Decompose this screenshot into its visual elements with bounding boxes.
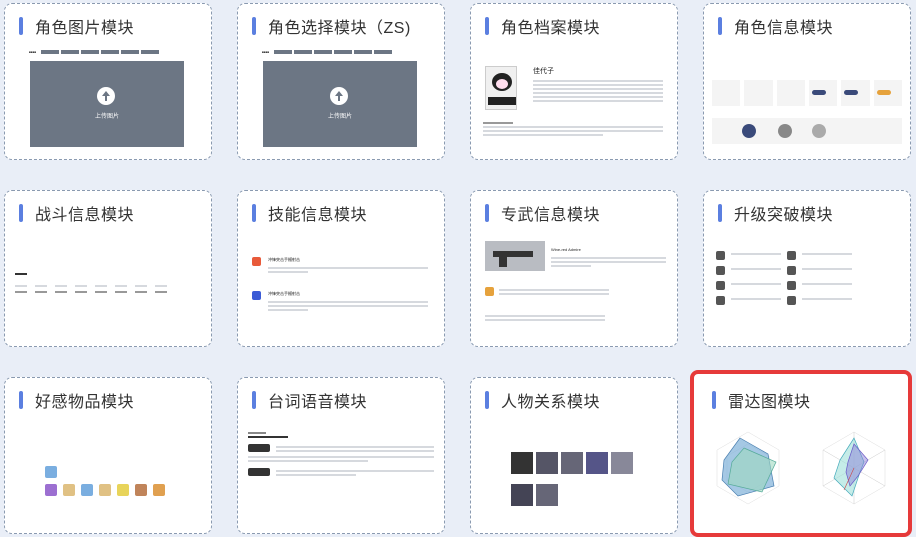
card-header: 雷达图模块 [712, 388, 811, 412]
upgrade-materials [716, 251, 902, 311]
card-preview: ■■■■ 上传图片 [5, 44, 211, 159]
card-title: 雷达图模块 [728, 394, 811, 411]
title-accent-bar [485, 17, 489, 35]
card-header: 角色图片模块 [19, 14, 134, 38]
title-accent-bar [252, 204, 256, 222]
preview-tabs: ■■■■ [262, 50, 393, 54]
card-title: 技能信息模块 [268, 207, 368, 224]
weapon-skill-desc [499, 287, 609, 297]
avatar [485, 66, 517, 110]
upload-area: 上传图片 [263, 61, 417, 147]
card-preview [694, 420, 908, 533]
card-title: 人物关系模块 [501, 394, 601, 411]
module-card-character-info[interactable]: 角色信息模块 [703, 3, 911, 160]
module-card-radar-chart[interactable]: 雷达图模块 [690, 370, 912, 537]
title-accent-bar [19, 17, 23, 35]
title-accent-bar [718, 204, 722, 222]
skill-desc [268, 265, 428, 275]
card-preview: 佳代子 [471, 44, 677, 159]
card-title: 战斗信息模块 [35, 207, 135, 224]
card-preview [238, 418, 444, 533]
card-header: 角色选择模块（ZS) [252, 14, 411, 38]
card-title: 好感物品模块 [35, 394, 135, 411]
card-preview [5, 418, 211, 533]
card-preview [471, 418, 677, 533]
preview-tabs: ■■■■ [29, 50, 160, 54]
upload-icon [330, 87, 348, 105]
module-card-exclusive-weapon[interactable]: 专武信息模块 Wine-red Admire [470, 190, 678, 347]
title-accent-bar [485, 204, 489, 222]
card-title: 角色选择模块（ZS) [268, 20, 411, 37]
module-card-skill-info[interactable]: 技能信息模块 冲锋突击手榴射击 冲锋突击手榴射击 [237, 190, 445, 347]
card-preview: Wine-red Admire [471, 231, 677, 346]
title-accent-bar [718, 17, 722, 35]
voice-list [248, 430, 434, 478]
title-accent-bar [252, 17, 256, 35]
weapon-image [485, 241, 545, 271]
radar-charts [716, 431, 886, 505]
weapon-skill-icon [485, 287, 494, 296]
module-card-relationships[interactable]: 人物关系模块 [470, 377, 678, 534]
upload-label: 上传图片 [327, 114, 352, 120]
skill-name: 冲锋突击手榴射击 [268, 257, 300, 262]
card-header: 技能信息模块 [252, 201, 367, 225]
module-card-upgrade[interactable]: 升级突破模块 [703, 190, 911, 347]
profile-description [483, 120, 663, 138]
module-card-character-profile[interactable]: 角色档案模块 佳代子 [470, 3, 678, 160]
card-title: 升级突破模块 [734, 207, 834, 224]
skill-icon [252, 291, 261, 300]
card-title: 角色信息模块 [734, 20, 834, 37]
module-card-favor-items[interactable]: 好感物品模块 [4, 377, 212, 534]
battle-stats-table [15, 271, 203, 295]
card-header: 好感物品模块 [19, 388, 134, 412]
profile-name: 佳代子 [533, 68, 554, 75]
info-equipment [712, 118, 902, 144]
card-preview: ■■■■ 上传图片 [238, 44, 444, 159]
module-card-character-image[interactable]: 角色图片模块 ■■■■ 上传图片 [4, 3, 212, 160]
card-preview [704, 44, 910, 159]
title-accent-bar [19, 391, 23, 409]
card-header: 角色信息模块 [718, 14, 833, 38]
favor-item-icon [45, 466, 57, 478]
upload-area: 上传图片 [30, 61, 184, 147]
card-header: 升级突破模块 [718, 201, 833, 225]
relationship-avatars [511, 452, 633, 474]
card-header: 人物关系模块 [485, 388, 600, 412]
module-card-battle-info[interactable]: 战斗信息模块 [4, 190, 212, 347]
module-card-character-select[interactable]: 角色选择模块（ZS) ■■■■ 上传图片 [237, 3, 445, 160]
card-header: 专武信息模块 [485, 201, 600, 225]
profile-fields [533, 78, 663, 104]
upload-icon [97, 87, 115, 105]
title-accent-bar [485, 391, 489, 409]
skill-icon [252, 257, 261, 266]
card-title: 专武信息模块 [501, 207, 601, 224]
module-card-voice-lines[interactable]: 台词语音模块 [237, 377, 445, 534]
card-header: 台词语音模块 [252, 388, 367, 412]
favor-items-list [45, 484, 165, 496]
title-accent-bar [252, 391, 256, 409]
skill-name: 冲锋突击手榴射击 [268, 291, 300, 296]
card-title: 角色档案模块 [501, 20, 601, 37]
title-accent-bar [19, 204, 23, 222]
card-title: 台词语音模块 [268, 394, 368, 411]
card-preview: 冲锋突击手榴射击 冲锋突击手榴射击 [238, 231, 444, 346]
card-title: 角色图片模块 [35, 20, 135, 37]
card-header: 战斗信息模块 [19, 201, 134, 225]
skill-desc [268, 299, 428, 313]
title-accent-bar [712, 391, 716, 409]
card-preview [5, 231, 211, 346]
relationship-avatars-2 [511, 484, 558, 506]
weapon-name: Wine-red Admire [551, 247, 581, 252]
card-preview [704, 231, 910, 346]
card-header: 角色档案模块 [485, 14, 600, 38]
info-badges [712, 80, 902, 106]
weapon-notes [485, 313, 605, 323]
upload-label: 上传图片 [94, 114, 119, 120]
weapon-desc [551, 255, 666, 269]
